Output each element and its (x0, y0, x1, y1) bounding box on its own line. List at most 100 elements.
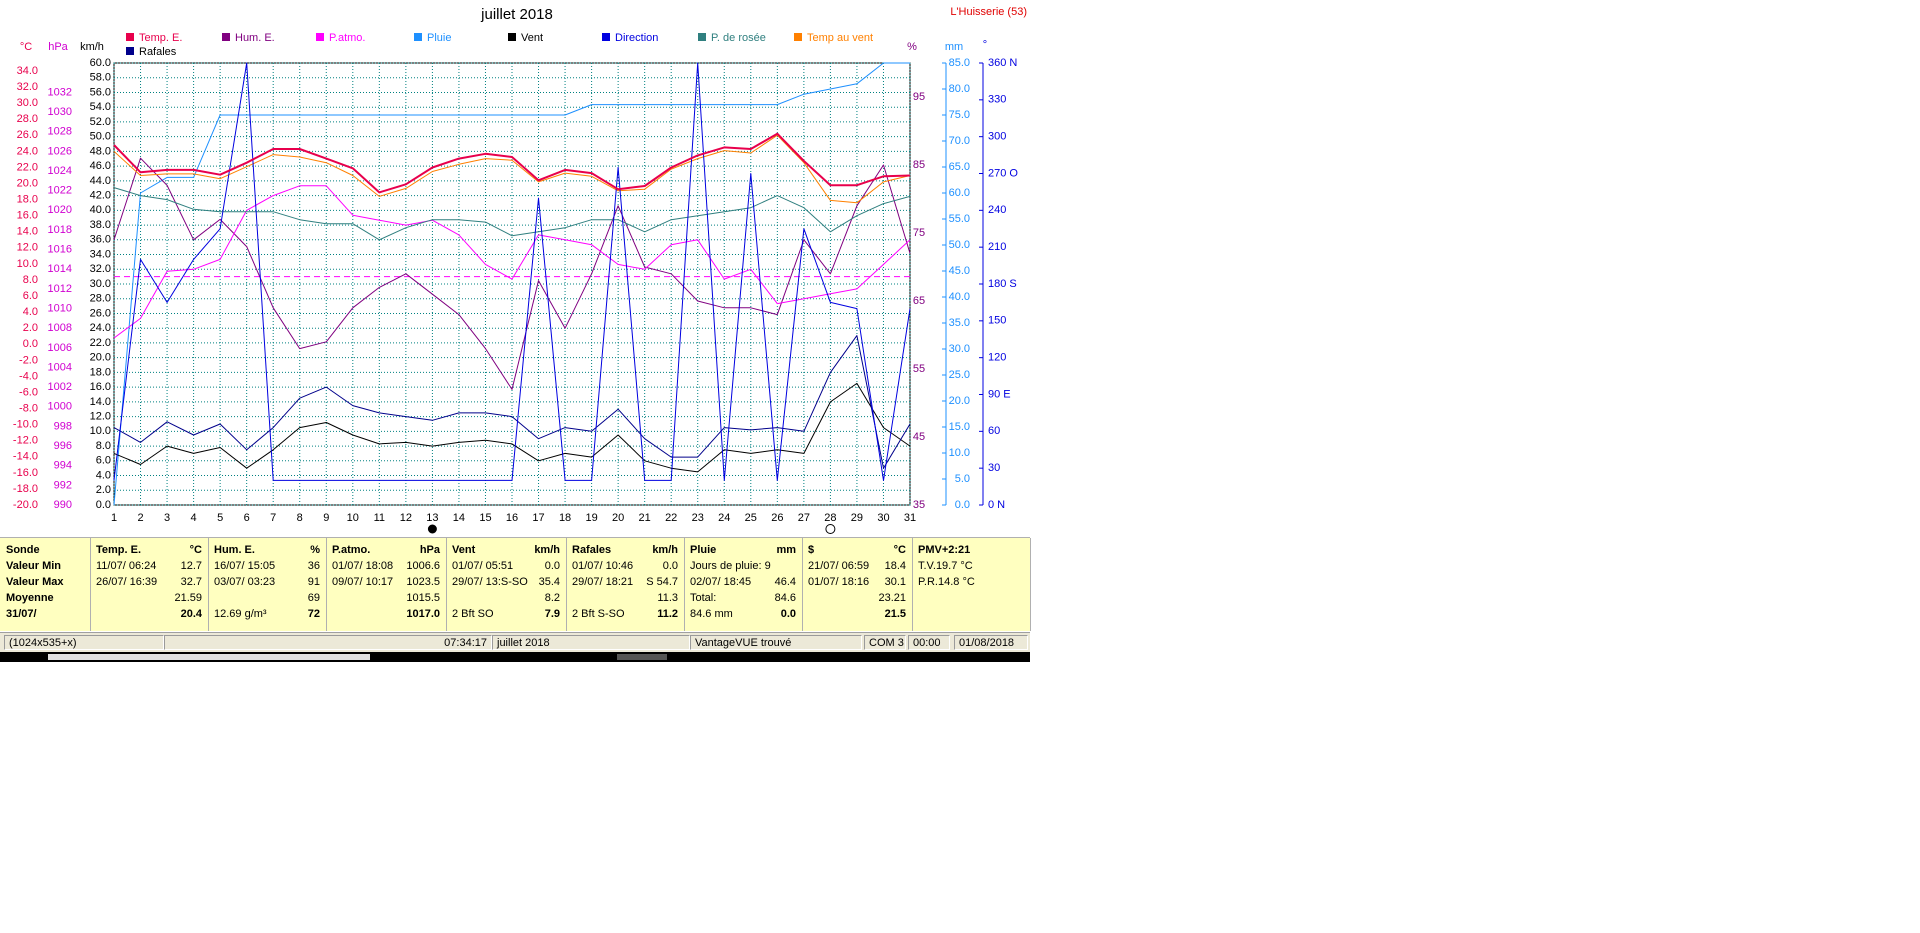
press-tick-label: 1026 (48, 145, 72, 157)
legend-label: Pluie (427, 32, 451, 44)
temp-tick-label: 34.0 (17, 65, 38, 77)
avg-row: Total: 84.6 (684, 591, 802, 606)
x-tick-label: 21 (639, 512, 651, 524)
wind-tick-label: 36.0 (90, 234, 111, 246)
current-row: 2 Bft SO 7.9 (446, 607, 566, 622)
temp-tick-label: -8.0 (19, 402, 38, 414)
wind-tick-label: 0.0 (96, 499, 111, 511)
x-tick-label: 16 (506, 512, 518, 524)
column-title: Vent (452, 544, 476, 556)
rain-tick-label: 65.0 (949, 161, 970, 173)
status-port: COM 3 (864, 635, 906, 650)
x-tick-label: 24 (718, 512, 730, 524)
summary-table: Sonde Valeur Min Valeur Max Moyenne 31/07/Te… (0, 537, 1031, 631)
legend-label: Temp. E. (139, 32, 182, 44)
max-date: 29/07/ 13:S-SO (452, 576, 528, 588)
min-row: 01/07/ 05:51 0.0 (446, 559, 566, 574)
dir-tick-label: 300 (988, 131, 1006, 143)
table-column: Pluie mm Jours de pluie: 9 02/07/ 18:45 46.4… (684, 538, 803, 631)
min-value: 18.4 (884, 560, 906, 572)
column-title: PMV+2:21 (918, 544, 971, 556)
current-note: 84.6 mm (690, 608, 733, 620)
min-date: 01/07/ 18:08 (332, 560, 394, 572)
min-date: 01/07/ 10:46 (572, 560, 634, 572)
legend-label: Rafales (139, 46, 177, 58)
wind-tick-label: 42.0 (90, 190, 111, 202)
column-header: Temp. E. °C (90, 543, 208, 558)
wind-tick-label: 28.0 (90, 293, 111, 305)
legend-label: Direction (615, 32, 658, 44)
min-row: Jours de pluie: 9 (684, 559, 802, 574)
min-row: 21/07/ 06:59 18.4 (802, 559, 912, 574)
max-row: 02/07/ 18:45 46.4 (684, 575, 802, 590)
min-date: 11/07/ 06:24 (96, 560, 157, 572)
temp-tick-label: 26.0 (17, 129, 38, 141)
column-title: $ (808, 544, 815, 556)
x-tick-label: 22 (665, 512, 677, 524)
x-tick-label: 20 (612, 512, 624, 524)
max-value: 1023.5 (406, 576, 440, 588)
max-row: 26/07/ 16:39 32.7 (90, 575, 208, 590)
rain-tick-label: 20.0 (949, 395, 970, 407)
x-tick-label: 4 (191, 512, 197, 524)
wind-tick-label: 20.0 (90, 352, 111, 364)
min-value: 12.7 (180, 560, 202, 572)
current-value: 21.5 (884, 608, 906, 620)
wind-tick-label: 22.0 (90, 337, 111, 349)
min-row: 01/07/ 10:46 0.0 (566, 559, 684, 574)
rain-axis-unit: mm (945, 41, 963, 53)
legend-label: Temp au vent (807, 32, 873, 44)
min-date: 01/07/ 05:51 (452, 560, 514, 572)
table-column: PMV+2:21 T.V.19.7 °C P.R.14.8 °C (912, 538, 1031, 631)
min-date: 21/07/ 06:59 (808, 560, 870, 572)
min-date: Jours de pluie: 9 (690, 560, 771, 572)
x-tick-label: 25 (745, 512, 757, 524)
dir-tick-label: 60 (988, 425, 1000, 437)
max-date: 03/07/ 03:23 (214, 576, 276, 588)
wind-axis-unit: km/h (80, 41, 104, 53)
hum-tick-label: 55 (913, 363, 925, 375)
table-row-label-cell: Sonde (0, 543, 90, 558)
x-tick-label: 7 (270, 512, 276, 524)
hum-tick-label: 75 (913, 227, 925, 239)
avg-row: 23.21 (802, 591, 912, 606)
column-unit: hPa (419, 544, 440, 556)
legend-swatch (508, 33, 516, 41)
max-value: 46.4 (774, 576, 796, 588)
status-period: juillet 2018 (492, 635, 690, 650)
legend-swatch (794, 33, 802, 41)
x-tick-label: 9 (323, 512, 329, 524)
wind-tick-label: 46.0 (90, 160, 111, 172)
hum-tick-label: 35 (913, 499, 925, 511)
rain-tick-label: 45.0 (949, 265, 970, 277)
press-tick-label: 1008 (48, 322, 72, 334)
min-row: 11/07/ 06:24 12.7 (90, 559, 208, 574)
legend-swatch (126, 47, 134, 55)
full-moon-marker (825, 524, 836, 534)
x-tick-label: 14 (453, 512, 465, 524)
press-tick-label: 998 (54, 420, 72, 432)
max-value: S 54.7 (646, 576, 678, 588)
x-tick-label: 11 (374, 512, 385, 524)
min-date: T.V.19.7 °C (918, 560, 973, 572)
wind-tick-label: 38.0 (90, 219, 111, 231)
temp-tick-label: -2.0 (19, 354, 38, 366)
temp-tick-label: -4.0 (19, 370, 38, 382)
avg-note: Total: (690, 592, 717, 604)
min-date: 16/07/ 15:05 (214, 560, 276, 572)
column-unit: °C (893, 544, 906, 556)
temp-tick-label: 22.0 (17, 161, 38, 173)
table-column: $ °C 21/07/ 06:59 18.4 01/07/ 18:16 30.1 23.21… (802, 538, 913, 631)
press-tick-label: 1028 (48, 126, 72, 138)
x-tick-label: 3 (164, 512, 170, 524)
wind-tick-label: 4.0 (96, 469, 111, 481)
dir-tick-label: 330 (988, 94, 1006, 106)
rain-tick-label: 55.0 (949, 213, 970, 225)
temp-tick-label: 24.0 (17, 145, 38, 157)
table-row-label-cell: Valeur Min (0, 559, 90, 574)
min-value: 0.0 (544, 560, 560, 572)
press-tick-label: 1012 (48, 283, 72, 295)
wind-tick-label: 8.0 (96, 440, 111, 452)
max-value: 91 (307, 576, 320, 588)
max-date: 01/07/ 18:16 (808, 576, 870, 588)
